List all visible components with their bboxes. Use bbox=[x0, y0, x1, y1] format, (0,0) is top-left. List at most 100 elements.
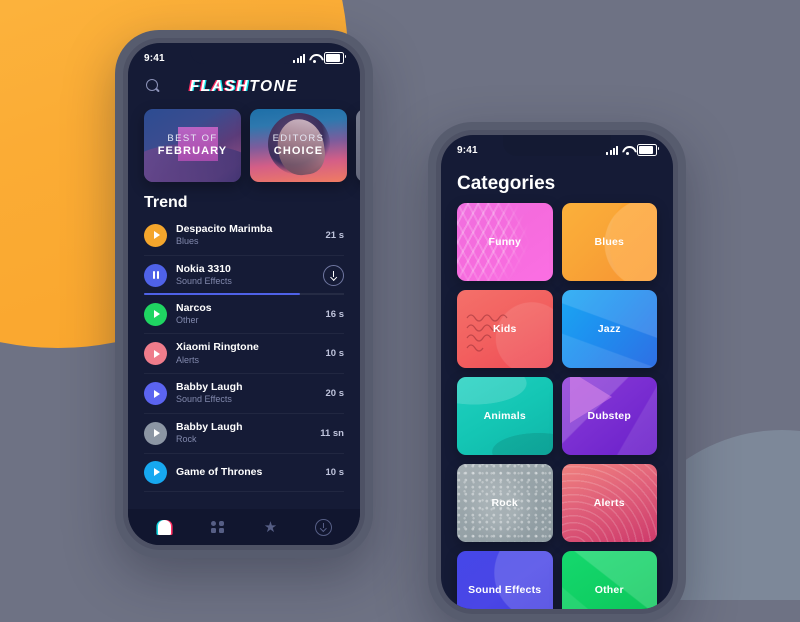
featured-card-line2: FEBRUARY bbox=[157, 144, 228, 157]
wifi-icon bbox=[309, 54, 320, 63]
track-info: Despacito Marimba Blues bbox=[176, 223, 317, 248]
wifi-icon bbox=[622, 146, 633, 155]
featured-card-line1: EDITORS bbox=[272, 133, 325, 144]
track-name: Xiaomi Ringtone bbox=[176, 341, 259, 354]
featured-card-partial[interactable] bbox=[356, 109, 360, 182]
track-name: Nokia 3310 bbox=[176, 262, 231, 275]
category-tile-label: Animals bbox=[483, 410, 526, 422]
track-row[interactable]: Babby Laugh Rock 11 sn bbox=[144, 414, 344, 454]
track-row[interactable]: Xiaomi Ringtone Alerts 10 s bbox=[144, 334, 345, 375]
track-info: Narcos Other bbox=[176, 302, 317, 327]
tab-downloads[interactable] bbox=[311, 516, 337, 538]
pause-button[interactable] bbox=[144, 263, 167, 287]
category-tile-label: Blues bbox=[594, 236, 625, 248]
track-category: Alerts bbox=[176, 354, 200, 365]
status-time: 9:41 bbox=[144, 52, 165, 64]
pause-icon bbox=[152, 271, 159, 280]
track-category: Rock bbox=[176, 434, 197, 445]
track-row[interactable]: Babby Laugh Sound Effects 20 s bbox=[144, 374, 345, 415]
category-tile[interactable]: Rock bbox=[457, 464, 553, 542]
play-button[interactable] bbox=[144, 421, 167, 445]
category-tile-label: Jazz bbox=[597, 323, 621, 335]
play-button[interactable] bbox=[144, 460, 167, 484]
category-tile-label: Dubstep bbox=[587, 410, 631, 422]
play-button[interactable] bbox=[144, 342, 167, 366]
tile-decoration bbox=[457, 551, 553, 609]
track-info: Babby Laugh Sound Effects bbox=[176, 381, 317, 406]
track-category: Blues bbox=[176, 236, 199, 247]
track-row[interactable]: Nokia 3310 Sound Effects bbox=[144, 256, 344, 295]
trend-section-title: Trend bbox=[144, 194, 188, 211]
search-icon[interactable] bbox=[144, 77, 164, 97]
track-info: Nokia 3310 Sound Effects bbox=[176, 263, 314, 288]
featured-card[interactable]: EDITORS CHOICE bbox=[250, 109, 347, 182]
category-tile[interactable]: Animals bbox=[457, 377, 553, 455]
track-category: Sound Effects bbox=[176, 394, 232, 405]
category-tile-label: Rock bbox=[491, 497, 518, 509]
download-icon bbox=[315, 518, 332, 536]
track-info: Xiaomi Ringtone Alerts bbox=[176, 341, 317, 366]
category-tile[interactable]: Kids bbox=[457, 290, 553, 368]
play-icon bbox=[153, 349, 160, 358]
categories-screen: 9:41 Categories Funny Blues Kids Jazz Animal… bbox=[441, 135, 673, 609]
signal-bars-icon bbox=[293, 53, 305, 63]
star-icon: ★ bbox=[263, 518, 278, 536]
track-info: Babby Laugh Rock bbox=[176, 421, 311, 446]
play-icon bbox=[153, 468, 160, 477]
category-tile[interactable]: Jazz bbox=[561, 290, 657, 368]
category-tile[interactable]: Sound Effects bbox=[457, 551, 553, 609]
status-bar-right: 9:41 bbox=[441, 135, 673, 163]
track-download-button[interactable] bbox=[323, 264, 344, 286]
logo-flash-text: FLASH bbox=[189, 78, 250, 95]
status-bar-left: 9:41 bbox=[128, 43, 360, 71]
track-duration: 10 s bbox=[325, 348, 345, 360]
track-row[interactable]: Narcos Other 16 s bbox=[144, 295, 344, 335]
phone-mockup-categories: 9:41 Categories Funny Blues Kids Jazz Animal… bbox=[428, 122, 686, 622]
tab-home[interactable] bbox=[152, 516, 178, 538]
category-tile[interactable]: Other bbox=[561, 551, 657, 609]
category-tile[interactable]: Alerts bbox=[561, 464, 657, 542]
track-name: Narcos bbox=[176, 301, 212, 314]
category-tile[interactable]: Funny bbox=[457, 203, 553, 281]
track-duration: 11 sn bbox=[320, 427, 344, 439]
tab-favorites[interactable]: ★ bbox=[258, 516, 284, 538]
category-tile[interactable]: Dubstep bbox=[561, 377, 657, 455]
home-screen: 9:41 FLASHTONE BEST OF FEBRUARY EDITORS … bbox=[128, 43, 360, 545]
play-button[interactable] bbox=[144, 302, 167, 326]
bottom-tab-bar[interactable]: ★ bbox=[128, 509, 360, 545]
track-info: Game of Thrones bbox=[176, 466, 317, 479]
play-icon bbox=[153, 429, 160, 438]
track-category: Other bbox=[176, 314, 199, 325]
logo-tone-text: TONE bbox=[249, 78, 299, 95]
download-arrow-icon bbox=[330, 270, 337, 280]
tab-categories[interactable] bbox=[205, 516, 231, 538]
category-tile-label: Kids bbox=[492, 323, 517, 335]
page-title: Categories bbox=[457, 173, 556, 194]
category-tile[interactable]: Blues bbox=[561, 203, 657, 281]
phone-mockup-home: 9:41 FLASHTONE BEST OF FEBRUARY EDITORS … bbox=[115, 30, 373, 558]
track-duration: 20 s bbox=[325, 388, 345, 400]
track-name: Babby Laugh bbox=[176, 381, 243, 394]
status-icons bbox=[606, 144, 659, 156]
track-duration: 21 s bbox=[325, 229, 345, 241]
play-button[interactable] bbox=[144, 382, 167, 406]
track-row[interactable]: Despacito Marimba Blues 21 s bbox=[144, 216, 344, 256]
trend-track-list: Despacito Marimba Blues 21 s Nokia 3310 Soun… bbox=[128, 216, 360, 492]
featured-carousel[interactable]: BEST OF FEBRUARY EDITORS CHOICE bbox=[128, 101, 360, 182]
track-name: Game of Thrones bbox=[176, 465, 263, 478]
track-category: Sound Effects bbox=[176, 275, 232, 286]
track-duration: 16 s bbox=[325, 308, 345, 320]
category-tile-label: Alerts bbox=[593, 497, 625, 509]
app-header: FLASHTONE bbox=[128, 71, 360, 101]
battery-icon bbox=[324, 52, 346, 64]
home-icon bbox=[156, 519, 173, 535]
play-icon bbox=[153, 310, 160, 319]
play-button[interactable] bbox=[144, 223, 167, 247]
track-name: Babby Laugh bbox=[176, 421, 243, 434]
grid-icon bbox=[211, 520, 224, 534]
play-icon bbox=[153, 231, 160, 240]
status-time: 9:41 bbox=[457, 144, 478, 156]
track-row[interactable]: Game of Thrones 10 s bbox=[144, 454, 344, 492]
category-tile-label: Sound Effects bbox=[468, 584, 542, 596]
featured-card[interactable]: BEST OF FEBRUARY bbox=[144, 109, 241, 182]
